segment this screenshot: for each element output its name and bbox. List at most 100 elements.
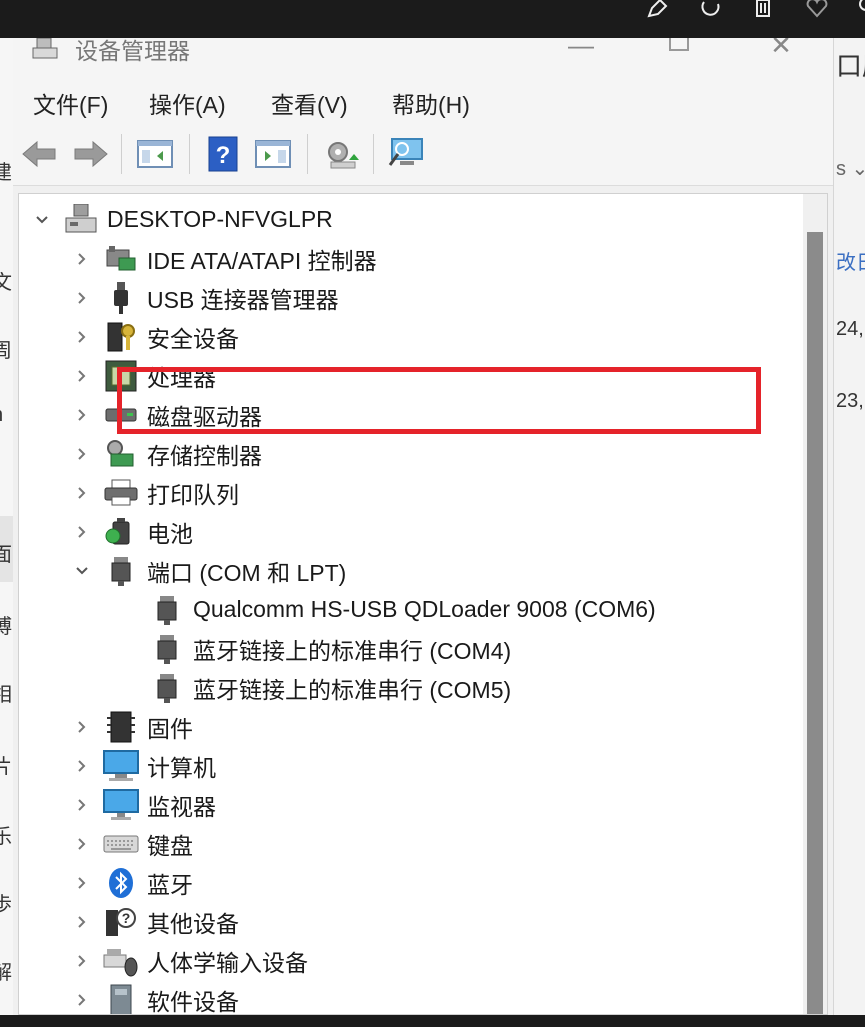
- chevron-right-icon[interactable]: [73, 484, 91, 502]
- tree-item-label: Qualcomm HS-USB QDLoader 9008 (COM6): [193, 596, 656, 622]
- show-hide-console-tree-icon[interactable]: [133, 132, 177, 176]
- menu-help[interactable]: 帮助(H): [392, 86, 470, 120]
- tree-item-usb-connector[interactable]: USB 连接器管理器: [73, 278, 339, 317]
- chevron-right-icon[interactable]: [73, 406, 91, 424]
- keyboard-icon: [103, 826, 139, 862]
- background-text: 周: [0, 340, 12, 362]
- tree-item-processor[interactable]: 处理器: [73, 356, 216, 395]
- back-arrow-icon[interactable]: [18, 132, 62, 176]
- background-text: 改日: [836, 252, 865, 274]
- menu-action[interactable]: 操作(A): [149, 86, 226, 120]
- menu-view[interactable]: 查看(V): [271, 86, 348, 120]
- background-text: 乐: [0, 826, 12, 848]
- background-window-right: 口魔 s ⌄ 改日 24, 23,: [833, 38, 865, 1015]
- tree-item-disk[interactable]: 磁盘驱动器: [73, 395, 262, 434]
- minimize-button[interactable]: —: [561, 38, 601, 60]
- viewer-bottom-bar: [0, 1015, 865, 1027]
- background-text: 建: [0, 162, 12, 184]
- menu-file[interactable]: 文件(F): [33, 86, 108, 120]
- tree-item-label: 安全设备: [147, 325, 239, 352]
- tree-item-label: 监视器: [147, 793, 216, 820]
- background-text: 面: [0, 544, 12, 566]
- tree-item-ide[interactable]: IDE ATA/ATAPI 控制器: [73, 239, 377, 278]
- tree-item-security[interactable]: 安全设备: [73, 317, 239, 356]
- hid-icon: [103, 943, 139, 979]
- chevron-right-icon[interactable]: [73, 250, 91, 268]
- tree-item-label: 其他设备: [147, 910, 239, 937]
- tree-item-label: 固件: [147, 715, 193, 742]
- tree-item-monitor[interactable]: 监视器: [73, 785, 216, 824]
- device-manager-window: 设备管理器 — ✕ 文件(F) 操作(A) 查看(V) 帮助(H) ? DESK…: [13, 38, 833, 1015]
- tree-item-label: 蓝牙链接上的标准串行 (COM4): [193, 637, 512, 664]
- delete-icon[interactable]: [753, 0, 773, 18]
- scrollbar-thumb[interactable]: [807, 232, 823, 1014]
- tree-item-label: 打印队列: [147, 481, 239, 508]
- tree-item-computer[interactable]: 计算机: [73, 746, 216, 785]
- action-pane-icon[interactable]: [251, 132, 295, 176]
- other-devices-icon: ?: [103, 904, 139, 940]
- vertical-scrollbar[interactable]: [803, 194, 827, 1014]
- background-text: n: [0, 404, 3, 427]
- background-text: 相: [0, 684, 12, 706]
- tree-item-other-devices[interactable]: ? 其他设备: [73, 902, 239, 941]
- chevron-right-icon[interactable]: [73, 757, 91, 775]
- tree-item-battery[interactable]: 电池: [73, 512, 193, 551]
- tree-item-label: 蓝牙: [147, 871, 193, 898]
- background-text: 片: [0, 756, 12, 778]
- chevron-right-icon[interactable]: [73, 952, 91, 970]
- scan-hardware-icon[interactable]: [385, 132, 429, 176]
- bluetooth-icon: [103, 865, 139, 901]
- help-icon[interactable]: ?: [201, 132, 245, 176]
- more-icon[interactable]: [856, 0, 865, 18]
- tree-item-software-device[interactable]: 软件设备: [73, 980, 239, 1014]
- tree-item-bluetooth[interactable]: 蓝牙: [73, 863, 193, 902]
- forward-arrow-icon[interactable]: [68, 132, 112, 176]
- maximize-button[interactable]: [659, 38, 699, 60]
- background-text: 文: [0, 272, 12, 294]
- battery-icon: [103, 514, 139, 550]
- toolbar: ?: [13, 126, 833, 186]
- chevron-right-icon[interactable]: [73, 289, 91, 307]
- close-button[interactable]: ✕: [761, 38, 801, 60]
- tree-item-print-queue[interactable]: 打印队列: [73, 473, 239, 512]
- chevron-right-icon[interactable]: [73, 718, 91, 736]
- update-driver-icon[interactable]: [319, 132, 363, 176]
- tree-item-bt-serial-com4[interactable]: 蓝牙链接上的标准串行 (COM4): [149, 629, 511, 668]
- tree-item-label: 磁盘驱动器: [147, 403, 262, 430]
- chevron-right-icon[interactable]: [73, 328, 91, 346]
- storage-controller-icon: [103, 436, 139, 472]
- tree-item-label: USB 连接器管理器: [147, 286, 339, 313]
- firmware-icon: [103, 709, 139, 745]
- rotate-icon[interactable]: [700, 0, 722, 18]
- tree-item-firmware[interactable]: 固件: [73, 707, 193, 746]
- tree-item-bt-serial-com5[interactable]: 蓝牙链接上的标准串行 (COM5): [149, 668, 511, 707]
- chevron-right-icon[interactable]: [73, 367, 91, 385]
- chevron-right-icon[interactable]: [73, 913, 91, 931]
- chevron-right-icon[interactable]: [73, 445, 91, 463]
- background-window-left: 建 文 周 n 面 博 相 片 乐 歩 解: [0, 38, 13, 1015]
- tree-item-label: IDE ATA/ATAPI 控制器: [147, 247, 377, 274]
- background-text: 24,: [836, 318, 864, 340]
- tree-root[interactable]: DESKTOP-NFVGLPR: [33, 200, 333, 239]
- tree-item-storage[interactable]: 存储控制器: [73, 434, 262, 473]
- viewer-top-bar: [0, 0, 865, 38]
- toolbar-separator: [307, 134, 308, 174]
- chevron-right-icon[interactable]: [73, 991, 91, 1009]
- device-tree: DESKTOP-NFVGLPR IDE ATA/ATAPI 控制器 USB 连接…: [18, 193, 828, 1015]
- edit-icon[interactable]: [646, 0, 668, 18]
- tree-item-label: 键盘: [147, 832, 193, 859]
- favorite-icon[interactable]: [806, 0, 828, 18]
- chevron-right-icon[interactable]: [73, 523, 91, 541]
- toolbar-separator: [373, 134, 374, 174]
- chevron-right-icon[interactable]: [73, 796, 91, 814]
- tree-item-ports[interactable]: 端口 (COM 和 LPT): [73, 551, 346, 590]
- background-text: 解: [0, 962, 12, 984]
- tree-item-qualcomm-port[interactable]: Qualcomm HS-USB QDLoader 9008 (COM6): [149, 590, 656, 629]
- svg-text:?: ?: [122, 910, 131, 926]
- chevron-right-icon[interactable]: [73, 835, 91, 853]
- chevron-right-icon[interactable]: [73, 874, 91, 892]
- tree-item-keyboard[interactable]: 键盘: [73, 824, 193, 863]
- chevron-down-icon[interactable]: [33, 211, 51, 229]
- chevron-down-icon[interactable]: [73, 562, 91, 580]
- tree-item-hid[interactable]: 人体学输入设备: [73, 941, 308, 980]
